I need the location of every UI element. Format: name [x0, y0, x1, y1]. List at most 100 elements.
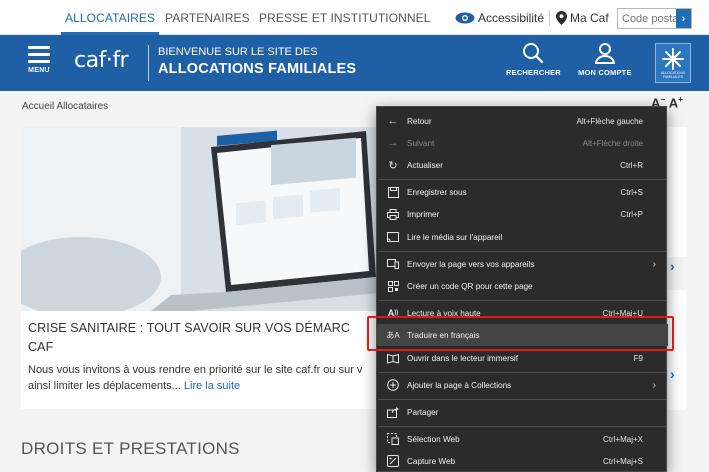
menu-item-suivant[interactable]: → Suivant Alt+Flèche droite — [377, 132, 668, 154]
qr-code-icon — [386, 279, 400, 293]
side-card-1[interactable] — [668, 127, 686, 257]
menu-item-selection-web[interactable]: Sélection Web Ctrl+Maj+X — [377, 428, 668, 450]
share-icon — [386, 405, 400, 419]
chevron-right-icon[interactable]: › — [670, 258, 675, 274]
top-utility-bar: ALLOCATAIRES PARTENAIRES PRESSE ET INSTI… — [0, 0, 709, 35]
account-button[interactable]: MON COMPTE — [578, 42, 632, 77]
main-header: MENU caf·fr BIENVENUE SUR LE SITE DES AL… — [0, 35, 709, 91]
font-increase-button[interactable]: A — [669, 95, 678, 110]
menu-item-shortcut: F9 — [633, 353, 643, 363]
badge-text: ALLOCATIONS FAMILIALES — [660, 70, 686, 79]
menu-item-shortcut: Ctrl+Maj+X — [602, 434, 643, 444]
accessibility-link[interactable]: Accessibilité — [455, 11, 544, 25]
menu-item-shortcut: Ctrl+Maj+S — [602, 456, 643, 466]
divider — [549, 10, 550, 26]
menu-item-shortcut: Alt+Flèche droite — [582, 138, 643, 148]
tab-partenaires[interactable]: PARTENAIRES — [165, 11, 250, 25]
breadcrumb[interactable]: Accueil Allocataires — [22, 101, 108, 112]
arrow-right-icon: → — [387, 137, 399, 149]
chevron-right-icon: › — [652, 258, 656, 270]
menu-label: MENU — [28, 67, 50, 74]
devices-icon — [386, 257, 400, 271]
ma-caf-label: Ma Caf — [570, 11, 609, 25]
postal-code-input[interactable] — [618, 9, 676, 28]
web-select-icon — [386, 432, 400, 446]
menu-item-label: Créer un code QR pour cette page — [407, 281, 533, 291]
menu-divider — [378, 300, 667, 301]
menu-button[interactable]: MENU — [20, 42, 58, 84]
location-pin-icon — [556, 11, 567, 25]
browser-context-menu: ← Retour Alt+Flèche gauche → Suivant Alt… — [376, 106, 668, 472]
chevron-right-icon[interactable]: › — [670, 366, 675, 382]
tab-presse-institutionnel[interactable]: PRESSE ET INSTITUTIONNEL — [259, 11, 431, 25]
card-title-line-1: CRISE SANITAIRE : TOUT SAVOIR SUR VOS DÉ… — [28, 321, 351, 335]
menu-item-label: Partager — [407, 407, 439, 417]
caf-logo[interactable]: caf·fr — [74, 48, 129, 73]
chevron-right-icon: › — [652, 379, 656, 391]
tab-allocataires[interactable]: ALLOCATAIRES — [60, 11, 160, 35]
ma-caf-link[interactable]: Ma Caf — [556, 11, 609, 25]
menu-divider — [378, 399, 667, 400]
menu-item-label: Envoyer la page vers vos appareils — [407, 259, 535, 269]
snowflake-logo-icon — [662, 47, 684, 70]
card-description: Nous vous invitons à vous rendre en prio… — [28, 362, 378, 394]
save-icon — [386, 185, 400, 199]
menu-item-lire-media[interactable]: Lire le média sur l'appareil — [377, 226, 668, 248]
search-icon — [523, 43, 544, 64]
menu-item-shortcut: Ctrl+R — [620, 160, 643, 170]
menu-divider — [378, 251, 667, 252]
laptop-illustration — [21, 127, 379, 311]
collections-icon — [386, 378, 400, 392]
menu-item-label: Actualiser — [407, 160, 443, 170]
cast-icon — [386, 230, 400, 244]
search-label: RECHERCHER — [506, 68, 561, 77]
postal-code-search: › — [617, 8, 692, 29]
read-more-link[interactable]: Lire la suite — [184, 380, 240, 392]
menu-item-label: Ouvrir dans le lecteur immersif — [407, 353, 519, 363]
menu-item-code-qr[interactable]: Créer un code QR pour cette page — [377, 275, 668, 297]
allocations-familiales-badge[interactable]: ALLOCATIONS FAMILIALES — [655, 43, 691, 83]
menu-item-label: Ajouter la page à Collections — [407, 380, 512, 390]
immersive-reader-icon — [386, 351, 400, 365]
arrow-left-icon: ← — [387, 115, 399, 127]
menu-item-partager[interactable]: Partager — [377, 401, 668, 423]
menu-item-label: Suivant — [407, 138, 435, 148]
search-button[interactable]: RECHERCHER — [506, 42, 561, 77]
menu-divider — [378, 179, 667, 180]
welcome-line-1: BIENVENUE SUR LE SITE DES — [158, 46, 318, 58]
hero-image — [21, 127, 379, 311]
print-icon — [386, 207, 400, 221]
web-capture-icon — [386, 454, 400, 468]
card-title-line-2: CAF — [28, 340, 54, 354]
menu-item-collections[interactable]: Ajouter la page à Collections › — [377, 374, 668, 396]
menu-item-label: Capture Web — [407, 456, 456, 466]
section-title: DROITS ET PRESTATIONS — [21, 439, 240, 458]
menu-item-shortcut: Ctrl+S — [620, 187, 643, 197]
menu-item-label: Enregistrer sous — [407, 187, 467, 197]
highlight-annotation-box — [367, 316, 674, 351]
menu-item-label: Sélection Web — [407, 434, 460, 444]
menu-item-retour[interactable]: ← Retour Alt+Flèche gauche — [377, 110, 668, 132]
menu-item-label: Retour — [407, 116, 432, 126]
menu-item-shortcut: Ctrl+P — [620, 209, 643, 219]
card-title[interactable]: CRISE SANITAIRE : TOUT SAVOIR SUR VOS DÉ… — [28, 319, 378, 357]
menu-item-enregistrer[interactable]: Enregistrer sous Ctrl+S — [377, 181, 668, 203]
menu-item-envoyer-page[interactable]: Envoyer la page vers vos appareils › — [377, 253, 668, 275]
menu-item-imprimer[interactable]: Imprimer Ctrl+P — [377, 203, 668, 225]
eye-icon — [455, 12, 475, 24]
menu-item-label: Imprimer — [407, 209, 440, 219]
accessibility-label: Accessibilité — [478, 11, 545, 25]
refresh-icon: ↻ — [388, 159, 398, 172]
account-label: MON COMPTE — [578, 68, 632, 77]
menu-item-capture-web[interactable]: Capture Web Ctrl+Maj+S — [377, 450, 668, 472]
news-card[interactable]: CRISE SANITAIRE : TOUT SAVOIR SUR VOS DÉ… — [21, 127, 379, 409]
menu-divider — [378, 426, 667, 427]
user-account-icon — [594, 43, 616, 64]
menu-item-actualiser[interactable]: ↻ Actualiser Ctrl+R — [377, 154, 668, 176]
menu-item-shortcut: Alt+Flèche gauche — [576, 116, 644, 126]
header-divider — [148, 45, 149, 81]
welcome-line-2: ALLOCATIONS FAMILIALES — [158, 61, 357, 77]
menu-item-label: Lire le média sur l'appareil — [407, 232, 503, 242]
postal-code-go-button[interactable]: › — [676, 9, 691, 28]
menu-divider — [378, 372, 667, 373]
